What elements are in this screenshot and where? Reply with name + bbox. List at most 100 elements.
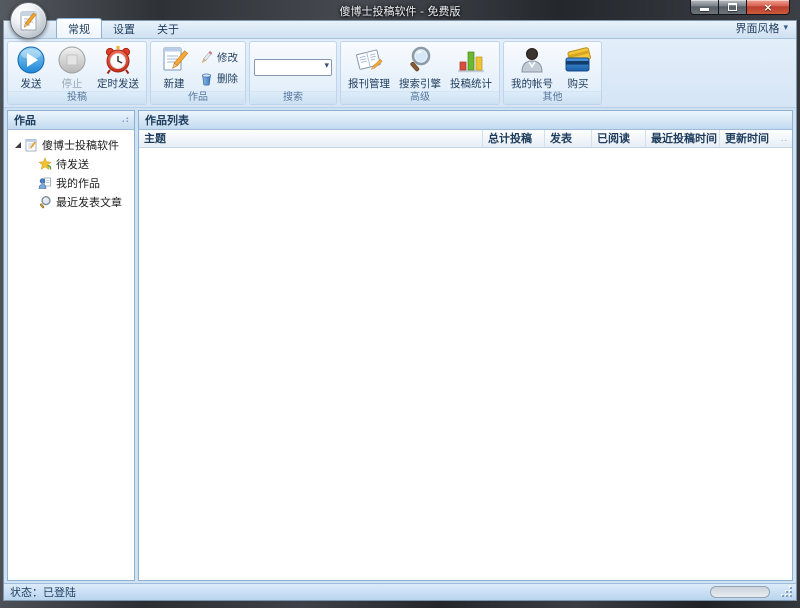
ribbon-group-label-submission: 投稿 — [8, 91, 146, 104]
chevron-down-icon[interactable]: ▾ — [324, 61, 329, 71]
statistics-icon — [455, 45, 487, 75]
purchase-icon — [562, 45, 594, 75]
search-combobox[interactable]: ▾ — [254, 59, 332, 76]
application-window: 傻博士投稿软件 - 免费版 × 常规 设置 关于 — [0, 0, 800, 608]
tree-item-root-label: 傻博士投稿软件 — [42, 137, 119, 153]
send-button-label: 发送 — [21, 76, 42, 91]
resize-grip[interactable] — [781, 586, 793, 598]
works-table-header: 主题 总计投稿 发表 已阅读 最近投稿时间 更新时间 .. — [139, 130, 792, 148]
trash-icon — [199, 71, 214, 86]
tree-item-pending-send[interactable]: 待发送 — [10, 154, 132, 173]
search-engine-icon — [404, 45, 436, 75]
tree-expand-icon[interactable] — [12, 142, 24, 148]
my-account-button[interactable]: 我的帐号 — [507, 44, 557, 91]
chevron-down-icon: ▾ — [783, 23, 788, 33]
column-header-published[interactable]: 发表 — [545, 130, 592, 147]
recent-articles-search-icon — [38, 195, 52, 209]
tab-about[interactable]: 关于 — [146, 19, 190, 38]
scheduled-send-button-label: 定时发送 — [97, 76, 139, 91]
purchase-button[interactable]: 购买 — [558, 44, 598, 91]
window-controls: × — [690, 0, 790, 15]
works-table-body[interactable] — [139, 148, 792, 580]
ribbon-group-label-other: 其他 — [504, 91, 601, 104]
status-progress-box — [710, 586, 770, 598]
modify-work-button[interactable]: 修改 — [197, 49, 240, 66]
journal-manage-button[interactable]: 报刊管理 — [344, 44, 394, 91]
minimize-button[interactable] — [690, 0, 719, 15]
column-header-total-submissions[interactable]: 总计投稿 — [483, 130, 545, 147]
close-button[interactable]: × — [747, 0, 790, 15]
submission-statistics-button-label: 投稿统计 — [450, 76, 492, 91]
stop-icon — [56, 45, 88, 75]
tree-item-root[interactable]: 傻博士投稿软件 — [10, 135, 132, 154]
ribbon-group-search: ▾ 搜索 — [249, 41, 337, 105]
ribbon-group-advanced: 报刊管理 搜索引擎 — [340, 41, 500, 105]
window-title: 傻博士投稿软件 - 免费版 — [0, 3, 800, 19]
works-list-panel-title: 作品列表 — [145, 112, 189, 128]
send-play-icon — [15, 45, 47, 75]
works-panel-header: 作品 .: — [8, 111, 134, 130]
stop-button[interactable]: 停止 — [52, 44, 92, 91]
tree-item-recent-articles[interactable]: 最近发表文章 — [10, 192, 132, 211]
journal-manage-button-label: 报刊管理 — [348, 76, 390, 91]
maximize-button[interactable] — [719, 0, 747, 15]
notepad-icon — [24, 138, 38, 152]
tab-settings[interactable]: 设置 — [102, 19, 146, 38]
modify-work-button-label: 修改 — [217, 50, 238, 65]
ribbon-group-label-search: 搜索 — [250, 91, 336, 104]
works-list-panel-header: 作品列表 — [139, 111, 792, 130]
search-engine-button-label: 搜索引擎 — [399, 76, 441, 91]
delete-work-button[interactable]: 删除 — [197, 70, 240, 87]
title-bar[interactable]: 傻博士投稿软件 - 免费版 — [0, 0, 800, 20]
minimize-icon — [700, 8, 709, 11]
send-button[interactable]: 发送 — [11, 44, 51, 91]
send-queue-icon — [38, 157, 52, 171]
works-list-panel: 作品列表 主题 总计投稿 发表 已阅读 最近投稿时间 更新时间 .. — [138, 110, 793, 581]
my-works-icon — [38, 176, 52, 190]
scheduled-send-button[interactable]: 定时发送 — [93, 44, 143, 91]
tree-item-my-works-label: 我的作品 — [56, 175, 100, 191]
status-text: 状态：已登陆 — [10, 584, 76, 600]
alarm-clock-icon — [102, 45, 134, 75]
app-notepad-icon — [18, 9, 40, 33]
interface-style-dropdown[interactable]: 界面风格 ▾ — [735, 20, 788, 36]
maximize-icon — [728, 3, 737, 11]
ribbon-group-other: 我的帐号 购买 — [503, 41, 602, 105]
ribbon-group-label-works: 作品 — [151, 91, 245, 104]
tree-item-pending-send-label: 待发送 — [56, 156, 89, 172]
works-panel: 作品 .: 傻博士投稿软件 — [7, 110, 135, 581]
ribbon-group-submission: 发送 停止 — [7, 41, 147, 105]
column-header-subject[interactable]: 主题 — [139, 130, 483, 147]
close-icon: × — [763, 2, 772, 13]
works-tree: 傻博士投稿软件 待发送 — [8, 130, 134, 580]
delete-work-button-label: 删除 — [217, 71, 238, 86]
new-document-icon — [158, 45, 190, 75]
submission-statistics-button[interactable]: 投稿统计 — [446, 44, 496, 91]
column-header-recent-submission-time[interactable]: 最近投稿时间 — [646, 130, 720, 147]
journal-manage-icon — [353, 45, 385, 75]
works-panel-title: 作品 — [14, 112, 36, 128]
new-work-button[interactable]: 新建 — [154, 44, 194, 91]
tree-item-recent-articles-label: 最近发表文章 — [56, 194, 122, 210]
column-header-read[interactable]: 已阅读 — [592, 130, 646, 147]
new-work-button-label: 新建 — [164, 76, 185, 91]
tree-item-my-works[interactable]: 我的作品 — [10, 173, 132, 192]
ribbon-tab-row: 常规 设置 关于 界面风格 ▾ — [4, 21, 796, 39]
app-menu-orb[interactable] — [10, 2, 47, 39]
my-account-button-label: 我的帐号 — [511, 76, 553, 91]
search-engine-button[interactable]: 搜索引擎 — [395, 44, 445, 91]
content-area: 作品 .: 傻博士投稿软件 — [4, 108, 796, 583]
ribbon-group-works: 新建 修改 — [150, 41, 246, 105]
interface-style-label: 界面风格 — [735, 20, 779, 36]
ribbon: 发送 停止 — [4, 39, 796, 108]
account-icon — [516, 45, 548, 75]
ribbon-group-label-advanced: 高级 — [341, 91, 499, 104]
purchase-button-label: 购买 — [568, 76, 589, 91]
panel-grip-icon: .: — [122, 117, 130, 123]
status-bar: 状态：已登陆 — [4, 583, 796, 600]
app-surface: 常规 设置 关于 界面风格 ▾ — [3, 20, 797, 601]
pencil-icon — [199, 50, 214, 65]
header-grip-icon: .. — [781, 136, 788, 142]
tab-general[interactable]: 常规 — [56, 18, 102, 38]
stop-button-label: 停止 — [62, 76, 83, 91]
